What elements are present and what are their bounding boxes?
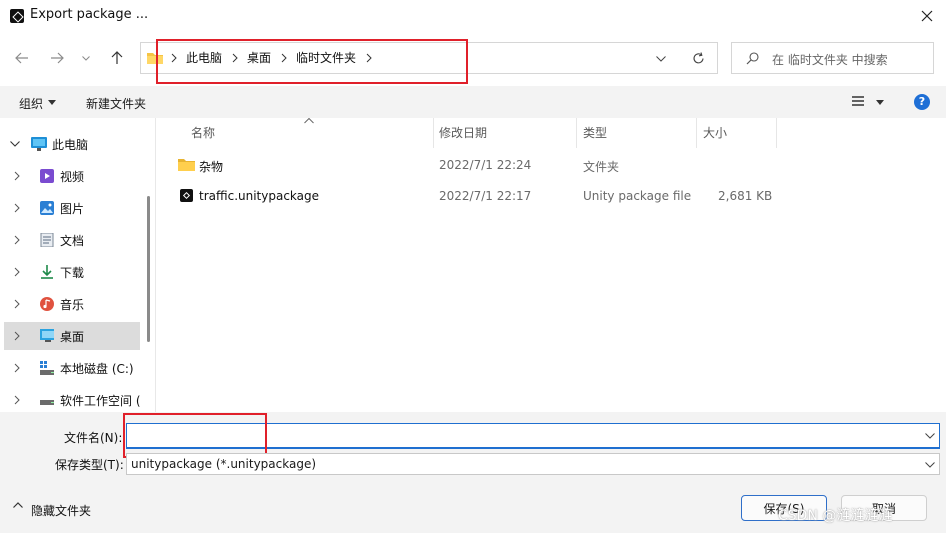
new-folder-button[interactable]: 新建文件夹 [86, 95, 146, 112]
sidebar-item-documents[interactable]: 文档 [4, 226, 140, 254]
arrow-right-icon [51, 52, 64, 64]
column-divider[interactable] [776, 118, 777, 148]
back-button[interactable] [9, 44, 35, 72]
sidebar-item-this-pc[interactable]: 此电脑 [4, 130, 140, 158]
help-icon[interactable]: ? [914, 94, 930, 110]
chevron-right-icon[interactable] [14, 395, 20, 405]
window-title: Export package ... [30, 7, 149, 22]
column-divider[interactable] [433, 118, 434, 148]
sidebar-item-label: 音乐 [60, 298, 85, 312]
unity-icon [180, 189, 193, 202]
sidebar-item-label: 图片 [60, 202, 85, 216]
file-size: 2,681 KB [718, 189, 773, 203]
monitor-icon [31, 137, 47, 151]
list-view-icon [852, 96, 864, 106]
chevron-up-icon [13, 502, 23, 508]
column-divider[interactable] [576, 118, 577, 148]
filetype-select[interactable]: unitypackage (*.unitypackage) [126, 453, 940, 475]
sidebar-item-label: 此电脑 [52, 138, 89, 152]
navigation-pane: 此电脑 视频 图片 文档 下载 音乐 桌面 本地磁盘 (C:) 软件工作空间 ( [0, 118, 156, 412]
hide-folders-label[interactable]: 隐藏文件夹 [31, 502, 91, 519]
column-header-size[interactable]: 大小 [703, 124, 727, 141]
arrow-up-icon [111, 51, 123, 64]
file-list: 名称 修改日期 类型 大小 杂物 2022/7/1 22:24 文件夹 traf… [158, 118, 946, 412]
chevron-down-icon [925, 462, 935, 468]
caret-down-icon[interactable] [876, 100, 884, 105]
download-icon [41, 265, 53, 279]
sidebar-item-downloads[interactable]: 下载 [4, 258, 140, 286]
search-input[interactable]: 在 临时文件夹 中搜索 [731, 42, 934, 74]
refresh-icon[interactable] [692, 52, 705, 65]
command-bar: 组织 新建文件夹 ? [0, 86, 946, 118]
sidebar-item-label: 视频 [60, 170, 85, 184]
up-button[interactable] [104, 44, 130, 72]
filename-label: 文件名(N): [64, 431, 123, 445]
organize-label: 组织 [19, 97, 44, 111]
column-header-modified[interactable]: 修改日期 [439, 124, 487, 141]
sidebar-item-music[interactable]: 音乐 [4, 290, 140, 318]
close-icon [921, 10, 933, 22]
arrow-left-icon [15, 52, 28, 64]
sidebar-item-pictures[interactable]: 图片 [4, 194, 140, 222]
filetype-value: unitypackage (*.unitypackage) [131, 457, 317, 471]
close-button[interactable] [912, 4, 942, 28]
file-type: Unity package file [583, 189, 692, 203]
disk-icon [40, 361, 54, 375]
chevron-down-icon[interactable] [656, 56, 666, 62]
chevron-right-icon[interactable] [14, 267, 20, 277]
filetype-label: 保存类型(T): [55, 458, 124, 472]
search-placeholder: 在 临时文件夹 中搜索 [772, 53, 888, 67]
file-name: traffic.unitypackage [199, 189, 320, 203]
title-bar: Export package ... [0, 0, 946, 32]
sidebar-item-label: 文档 [60, 234, 85, 248]
column-header-name[interactable]: 名称 [191, 124, 215, 141]
chevron-right-icon[interactable] [14, 235, 20, 245]
file-modified: 2022/7/1 22:24 [439, 158, 532, 172]
chevron-right-icon[interactable] [14, 331, 20, 341]
music-icon [40, 297, 54, 311]
file-type: 文件夹 [583, 160, 620, 174]
search-icon [746, 52, 759, 65]
sidebar-item-label: 桌面 [60, 330, 85, 344]
sidebar-item-label: 下载 [60, 266, 85, 280]
file-name: 杂物 [199, 160, 224, 174]
view-options-button[interactable] [852, 96, 864, 106]
sidebar-item-label: 本地磁盘 (C:) [60, 362, 134, 376]
sort-ascending-icon [304, 118, 314, 124]
organize-menu-button[interactable]: 组织 [19, 95, 43, 112]
column-header-type[interactable]: 类型 [583, 124, 607, 141]
chevron-down-icon [82, 55, 90, 61]
document-icon [40, 233, 54, 247]
unity-app-icon [10, 9, 24, 23]
folder-icon [178, 159, 195, 171]
sidebar-item-software-workspace[interactable]: 软件工作空间 ( [4, 386, 141, 412]
recent-locations-button[interactable] [76, 44, 96, 72]
desktop-icon [40, 329, 54, 342]
hide-folders-toggle[interactable] [13, 502, 23, 508]
highlight-box-filename [123, 413, 267, 458]
file-row-unitypackage[interactable]: traffic.unitypackage 2022/7/1 22:17 Unit… [174, 183, 794, 211]
sidebar-item-local-disk-c[interactable]: 本地磁盘 (C:) [4, 354, 140, 382]
chevron-down-icon[interactable] [925, 433, 935, 439]
watermark: CSDN @涟涟涟涟 [778, 508, 893, 524]
picture-icon [40, 201, 54, 215]
drive-icon [40, 400, 54, 405]
forward-button[interactable] [44, 44, 70, 72]
sidebar-scrollbar[interactable] [147, 196, 150, 342]
sidebar-item-label: 软件工作空间 ( [60, 394, 141, 408]
chevron-right-icon[interactable] [14, 203, 20, 213]
column-divider[interactable] [696, 118, 697, 148]
video-icon [40, 169, 54, 183]
highlight-box-address [156, 39, 468, 84]
chevron-right-icon[interactable] [14, 363, 20, 373]
sidebar-item-desktop[interactable]: 桌面 [4, 322, 140, 350]
caret-down-icon [48, 100, 56, 105]
chevron-right-icon[interactable] [14, 171, 20, 181]
sidebar-item-videos[interactable]: 视频 [4, 162, 140, 190]
chevron-down-icon[interactable] [10, 141, 20, 147]
file-row-folder[interactable]: 杂物 2022/7/1 22:24 文件夹 [174, 152, 794, 180]
chevron-right-icon[interactable] [14, 299, 20, 309]
file-modified: 2022/7/1 22:17 [439, 189, 532, 203]
